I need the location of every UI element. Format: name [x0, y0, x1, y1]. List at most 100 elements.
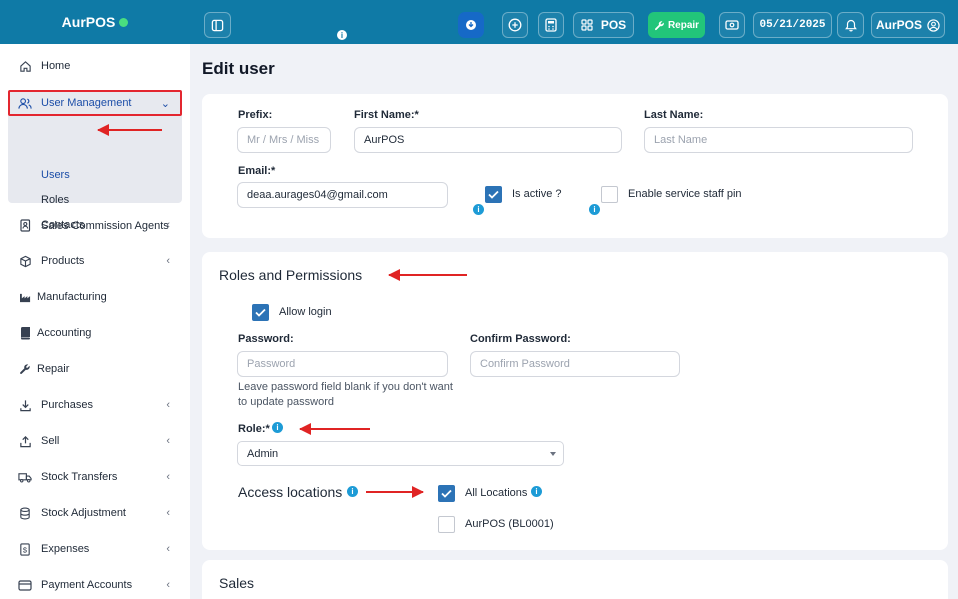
submenu-item-users[interactable]: Users — [41, 169, 70, 181]
user-menu-button[interactable]: AurPOS — [871, 12, 945, 38]
chevron-left-icon: ‹ — [166, 471, 170, 483]
chevron-left-icon: ‹ — [166, 399, 170, 411]
role-select-value: Admin — [247, 447, 279, 460]
annotation-arrow-role — [299, 423, 370, 435]
notifications-button[interactable] — [837, 12, 864, 38]
brand-logo[interactable]: AurPOS — [0, 0, 190, 44]
sidebar-item-user-management[interactable]: User Management ⌄ — [8, 90, 182, 116]
sidebar-item-products[interactable]: Products ‹ — [8, 247, 182, 275]
roles-permissions-card: Roles and Permissions Allow login Passwo… — [202, 252, 948, 550]
sidebar-item-payment-accounts[interactable]: Payment Accounts ‹ — [8, 571, 182, 599]
user-circle-icon — [927, 18, 940, 32]
last-name-label: Last Name: — [644, 109, 704, 121]
sidebar-item-stock-transfers[interactable]: Stock Transfers ‹ — [8, 463, 182, 491]
access-locations-title: Access locations — [238, 484, 343, 500]
sidebar-item-label: Accounting — [37, 327, 92, 339]
all-locations-checkbox[interactable] — [438, 485, 455, 502]
service-staff-pin-label: Enable service staff pin — [628, 188, 742, 200]
card-icon — [18, 578, 32, 592]
checkmark-icon — [488, 190, 499, 199]
home-icon — [18, 59, 32, 73]
sidebar-item-contacts[interactable]: Contacts ‹ — [8, 211, 182, 239]
password-hint: Leave password field blank if you don't … — [238, 381, 453, 408]
plus-circle-icon — [508, 18, 522, 32]
chevron-left-icon: ‹ — [166, 507, 170, 519]
download-button[interactable] — [458, 12, 484, 38]
sidebar-item-expenses[interactable]: $ Expenses ‹ — [8, 535, 182, 563]
pos-button[interactable]: POS — [573, 12, 634, 38]
sidebar-item-home[interactable]: Home — [8, 52, 182, 80]
sidebar-item-label: Stock Adjustment — [41, 507, 126, 519]
chevron-left-icon: ‹ — [166, 219, 170, 231]
location-label: AurPOS (BL0001) — [465, 518, 554, 530]
sidebar-item-sell[interactable]: Sell ‹ — [8, 427, 182, 455]
sidebar-item-accounting[interactable]: Accounting — [8, 319, 182, 347]
location-checkbox[interactable] — [438, 516, 455, 533]
page-title: Edit user — [202, 59, 275, 78]
sidebar-item-label: Expenses — [41, 543, 90, 555]
service-pin-info-icon[interactable]: i — [589, 204, 600, 215]
submenu-item-roles[interactable]: Roles — [41, 194, 69, 206]
brand-name: AurPOS — [61, 14, 116, 30]
download-icon — [466, 20, 476, 30]
password-input[interactable] — [237, 351, 448, 377]
sidebar-item-purchases[interactable]: Purchases ‹ — [8, 391, 182, 419]
svg-text:$: $ — [23, 545, 27, 554]
truck-icon — [18, 470, 32, 484]
pos-label: POS — [600, 18, 627, 32]
sidebar-item-label: Home — [41, 60, 71, 72]
toggle-sidebar-button[interactable] — [204, 12, 231, 38]
info-icon[interactable]: i — [337, 30, 347, 40]
is-active-checkbox[interactable] — [485, 186, 502, 203]
service-staff-pin-checkbox[interactable] — [601, 186, 618, 203]
wrench-icon — [18, 362, 32, 376]
email-input[interactable] — [237, 182, 448, 208]
date-display: 05/21/2025 — [753, 12, 832, 38]
sidebar-item-stock-adjustment[interactable]: Stock Adjustment ‹ — [8, 499, 182, 527]
allow-login-label: Allow login — [279, 306, 332, 318]
role-info-icon[interactable]: i — [272, 422, 283, 433]
prefix-input[interactable] — [237, 127, 331, 153]
first-name-input[interactable] — [354, 127, 622, 153]
last-name-input[interactable] — [644, 127, 913, 153]
role-label: Role:* — [238, 423, 270, 435]
sidebar-item-repair[interactable]: Repair — [8, 355, 182, 383]
money-icon — [725, 20, 739, 30]
sidebar-item-label: Sell — [41, 435, 60, 447]
wrench-icon — [654, 20, 664, 30]
grid-icon — [581, 19, 593, 31]
role-select[interactable]: Admin — [237, 441, 564, 466]
is-active-info-icon[interactable]: i — [473, 204, 484, 215]
all-locations-label: All Locations — [465, 487, 528, 499]
annotation-arrow-users — [97, 124, 162, 136]
sidebar-toggle-icon — [211, 19, 224, 31]
add-button[interactable] — [502, 12, 528, 38]
is-active-label: Is active ? — [512, 188, 562, 200]
chevron-down-icon: ⌄ — [160, 97, 170, 110]
sales-title: Sales — [219, 575, 255, 591]
chevron-left-icon: ‹ — [166, 435, 170, 447]
sidebar-item-label: Repair — [37, 363, 70, 375]
allow-login-checkbox[interactable] — [252, 304, 269, 321]
receipt-icon: $ — [18, 542, 32, 556]
sidebar-item-label: User Management — [41, 97, 132, 109]
users-icon — [18, 96, 32, 110]
roles-permissions-title: Roles and Permissions — [219, 267, 363, 283]
repair-button[interactable]: Repair — [648, 12, 705, 38]
contacts-icon — [18, 218, 32, 232]
sidebar-item-label: Purchases — [41, 399, 93, 411]
calculator-button[interactable] — [538, 12, 564, 38]
sidebar-item-manufacturing[interactable]: Manufacturing — [8, 283, 182, 311]
sidebar-item-label: Products — [41, 255, 85, 267]
database-icon — [18, 506, 32, 520]
upload-icon — [18, 434, 32, 448]
confirm-password-input[interactable] — [470, 351, 680, 377]
chevron-left-icon: ‹ — [166, 543, 170, 555]
chevron-left-icon: ‹ — [166, 579, 170, 591]
confirm-password-label: Confirm Password: — [470, 333, 571, 345]
access-locations-info-icon[interactable]: i — [347, 486, 358, 497]
annotation-arrow-roles — [388, 269, 467, 281]
cash-register-button[interactable] — [719, 12, 745, 38]
user-menu-label: AurPOS — [875, 18, 922, 32]
all-locations-info-icon[interactable]: i — [531, 486, 542, 497]
